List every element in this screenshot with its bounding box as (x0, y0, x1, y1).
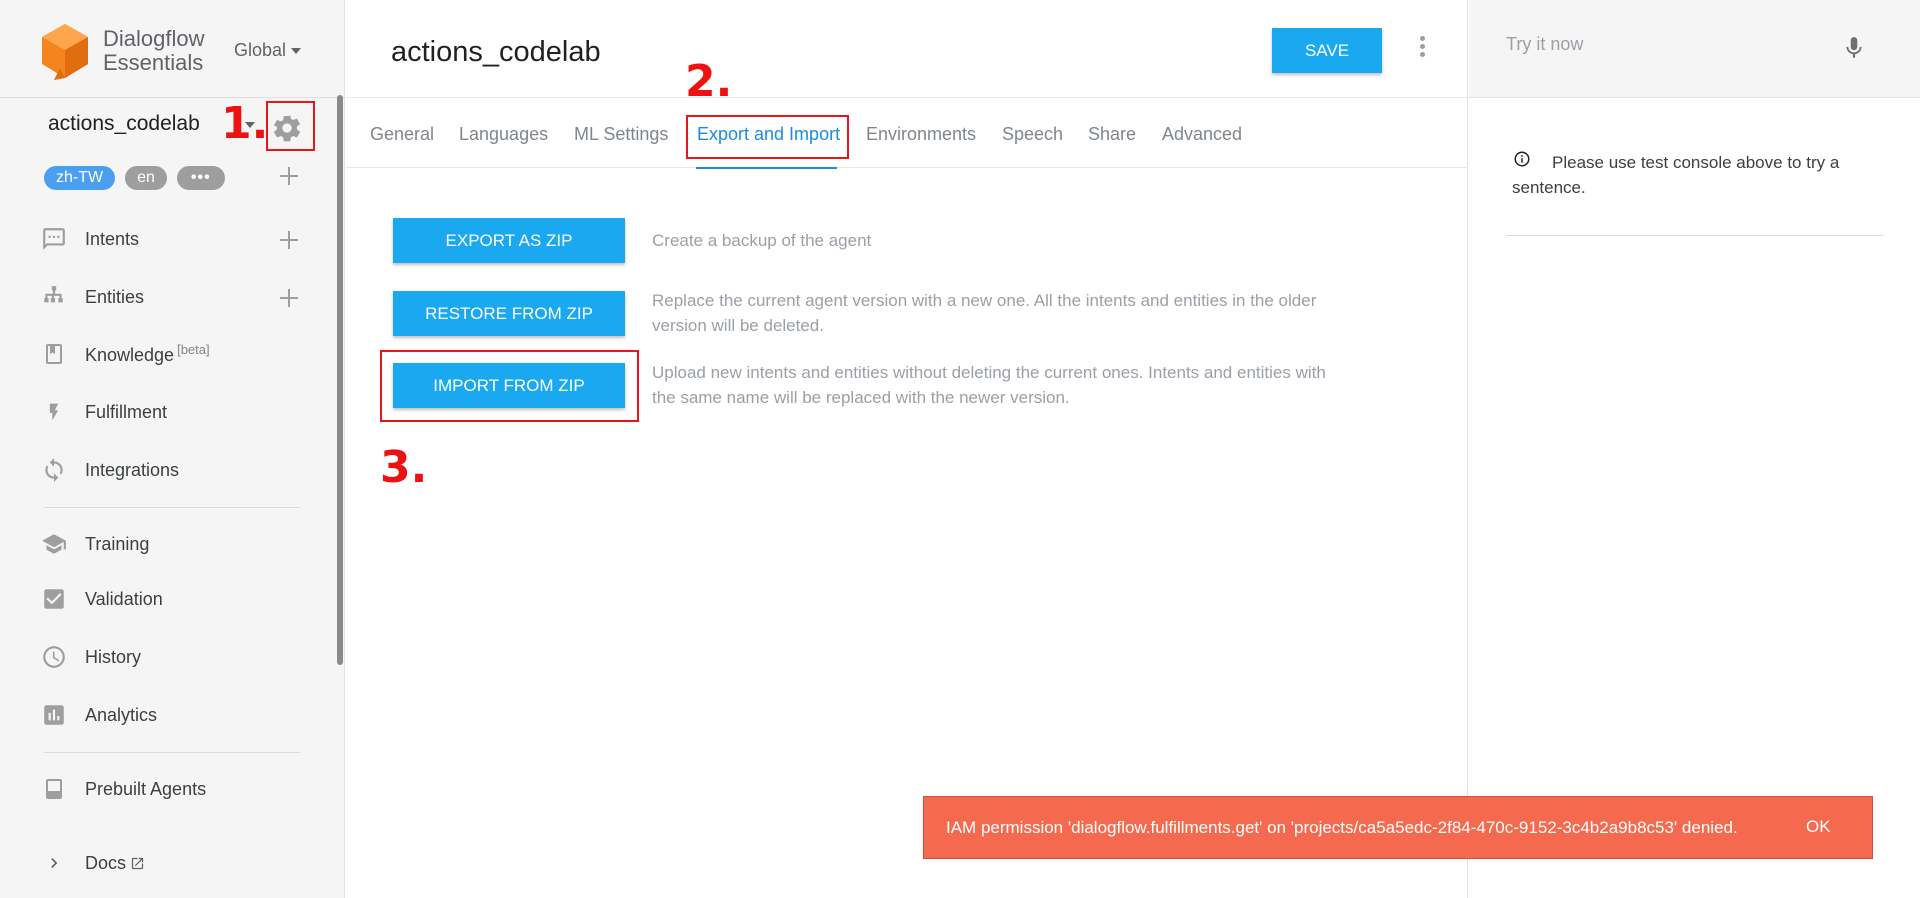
sidebar-item-label: Integrations (85, 459, 180, 480)
sidebar-item-label: Fulfillment (85, 401, 168, 422)
toast-ok-button[interactable]: OK (1806, 817, 1831, 837)
tab-speech[interactable]: Speech (1002, 124, 1063, 145)
clock-icon (40, 643, 68, 671)
bar-chart-icon (40, 701, 68, 729)
sidebar-item-analytics[interactable]: Analytics (40, 695, 320, 735)
export-as-zip-button[interactable]: EXPORT AS ZIP (393, 218, 625, 263)
sidebar-item-label: Knowledge (85, 345, 175, 365)
more-options-icon[interactable] (1416, 36, 1428, 60)
sidebar-item-training[interactable]: Training (40, 524, 320, 564)
sidebar-item-integrations[interactable]: Integrations (40, 450, 320, 490)
test-console-divider (1506, 235, 1884, 236)
sidebar-item-label: Validation (85, 588, 163, 609)
add-language-icon[interactable] (280, 167, 298, 185)
restore-description: Replace the current agent version with a… (652, 291, 1317, 335)
language-chips: zh-TW en ••• (44, 166, 225, 190)
import-description: Upload new intents and entities without … (652, 363, 1326, 407)
agent-selector[interactable]: actions_codelab (48, 112, 200, 136)
sidebar-item-fulfillment[interactable]: Fulfillment (40, 392, 320, 432)
beta-badge: [beta] (177, 342, 210, 357)
sync-icon (40, 456, 68, 484)
tab-languages[interactable]: Languages (459, 124, 548, 145)
book-icon (40, 340, 68, 368)
sidebar-item-prebuilt-agents[interactable]: Prebuilt Agents (40, 769, 320, 809)
tab-ml-settings[interactable]: ML Settings (574, 124, 668, 145)
page-title: actions_codelab (391, 36, 601, 68)
active-tab-indicator (696, 167, 837, 169)
tab-general[interactable]: General (370, 124, 434, 145)
tab-advanced[interactable]: Advanced (1162, 124, 1242, 145)
sidebar-item-docs[interactable]: Docs (40, 843, 320, 883)
lightning-icon (40, 398, 68, 426)
settings-tabs: General Languages ML Settings Export and… (346, 98, 1468, 168)
sidebar-item-entities[interactable]: Entities (40, 277, 320, 317)
try-it-now-input[interactable] (1506, 34, 1806, 55)
error-message: IAM permission 'dialogflow.fulfillments.… (946, 817, 1738, 837)
annotation-box-import-button (380, 350, 639, 422)
annotation-box-export-tab (686, 115, 849, 159)
language-chip-zh-tw[interactable]: zh-TW (44, 166, 116, 190)
sidebar-item-label: Docs (85, 852, 127, 873)
sidebar-divider (44, 507, 300, 508)
microphone-icon[interactable] (1841, 32, 1867, 64)
sidebar-item-label: Analytics (85, 704, 158, 725)
test-console-bar (1469, 0, 1920, 98)
annotation-step-3: 3. (380, 442, 428, 493)
restore-from-zip-button[interactable]: RESTORE FROM ZIP (393, 291, 625, 336)
sidebar-item-intents[interactable]: Intents (40, 219, 320, 259)
external-link-icon (131, 857, 144, 869)
agent-header: actions_codelab SAVE (346, 0, 1468, 98)
export-description: Create a backup of the agent (652, 231, 872, 250)
sidebar-item-history[interactable]: History (40, 637, 320, 677)
sidebar-item-label: Intents (85, 228, 140, 249)
bookmark-book-icon (40, 775, 68, 803)
sidebar-item-label: Training (85, 533, 150, 554)
checkbox-icon (40, 585, 68, 613)
chevron-right-icon (40, 849, 68, 877)
dialogflow-logo (42, 24, 88, 80)
save-button[interactable]: SAVE (1272, 28, 1382, 73)
agent-name: actions_codelab (48, 112, 200, 135)
brand-name-line1: Dialogflow (103, 26, 205, 51)
sidebar-item-label: History (85, 646, 142, 667)
annotation-step-1: 1. (221, 98, 269, 149)
annotation-step-2: 2. (685, 56, 733, 107)
sidebar-item-knowledge[interactable]: Knowledge [beta] (40, 334, 320, 374)
sidebar-scrollbar[interactable] (337, 95, 343, 665)
chat-bubble-icon (40, 225, 68, 253)
sidebar-divider (44, 752, 300, 753)
region-selector[interactable]: Global (234, 40, 302, 61)
chevron-down-icon (291, 48, 302, 55)
sidebar-item-label: Entities (85, 286, 145, 307)
sidebar-item-validation[interactable]: Validation (40, 579, 320, 619)
tab-share[interactable]: Share (1088, 124, 1136, 145)
language-chip-en[interactable]: en (125, 166, 167, 190)
main-content: actions_codelab SAVE General Languages M… (346, 0, 1468, 898)
sidebar: Dialogflow Essentials Global actions_cod… (0, 0, 345, 898)
region-label: Global (234, 40, 287, 60)
tab-environments[interactable]: Environments (866, 124, 976, 145)
error-toast: IAM permission 'dialogflow.fulfillments.… (923, 796, 1873, 859)
test-console-panel: Please use test console above to try a s… (1469, 0, 1920, 898)
brand-name: Dialogflow Essentials (103, 27, 205, 75)
graduation-cap-icon (40, 530, 68, 558)
annotation-box-settings (266, 101, 315, 151)
more-languages-chip[interactable]: ••• (176, 166, 225, 190)
add-intent-icon[interactable] (280, 231, 298, 249)
brand-header: Dialogflow Essentials Global (0, 0, 345, 98)
add-entity-icon[interactable] (280, 289, 298, 307)
sidebar-item-label: Prebuilt Agents (85, 778, 207, 799)
brand-name-line2: Essentials (103, 50, 204, 75)
hierarchy-icon (40, 283, 68, 311)
test-console-hint: Please use test console above to try a s… (1512, 153, 1840, 197)
